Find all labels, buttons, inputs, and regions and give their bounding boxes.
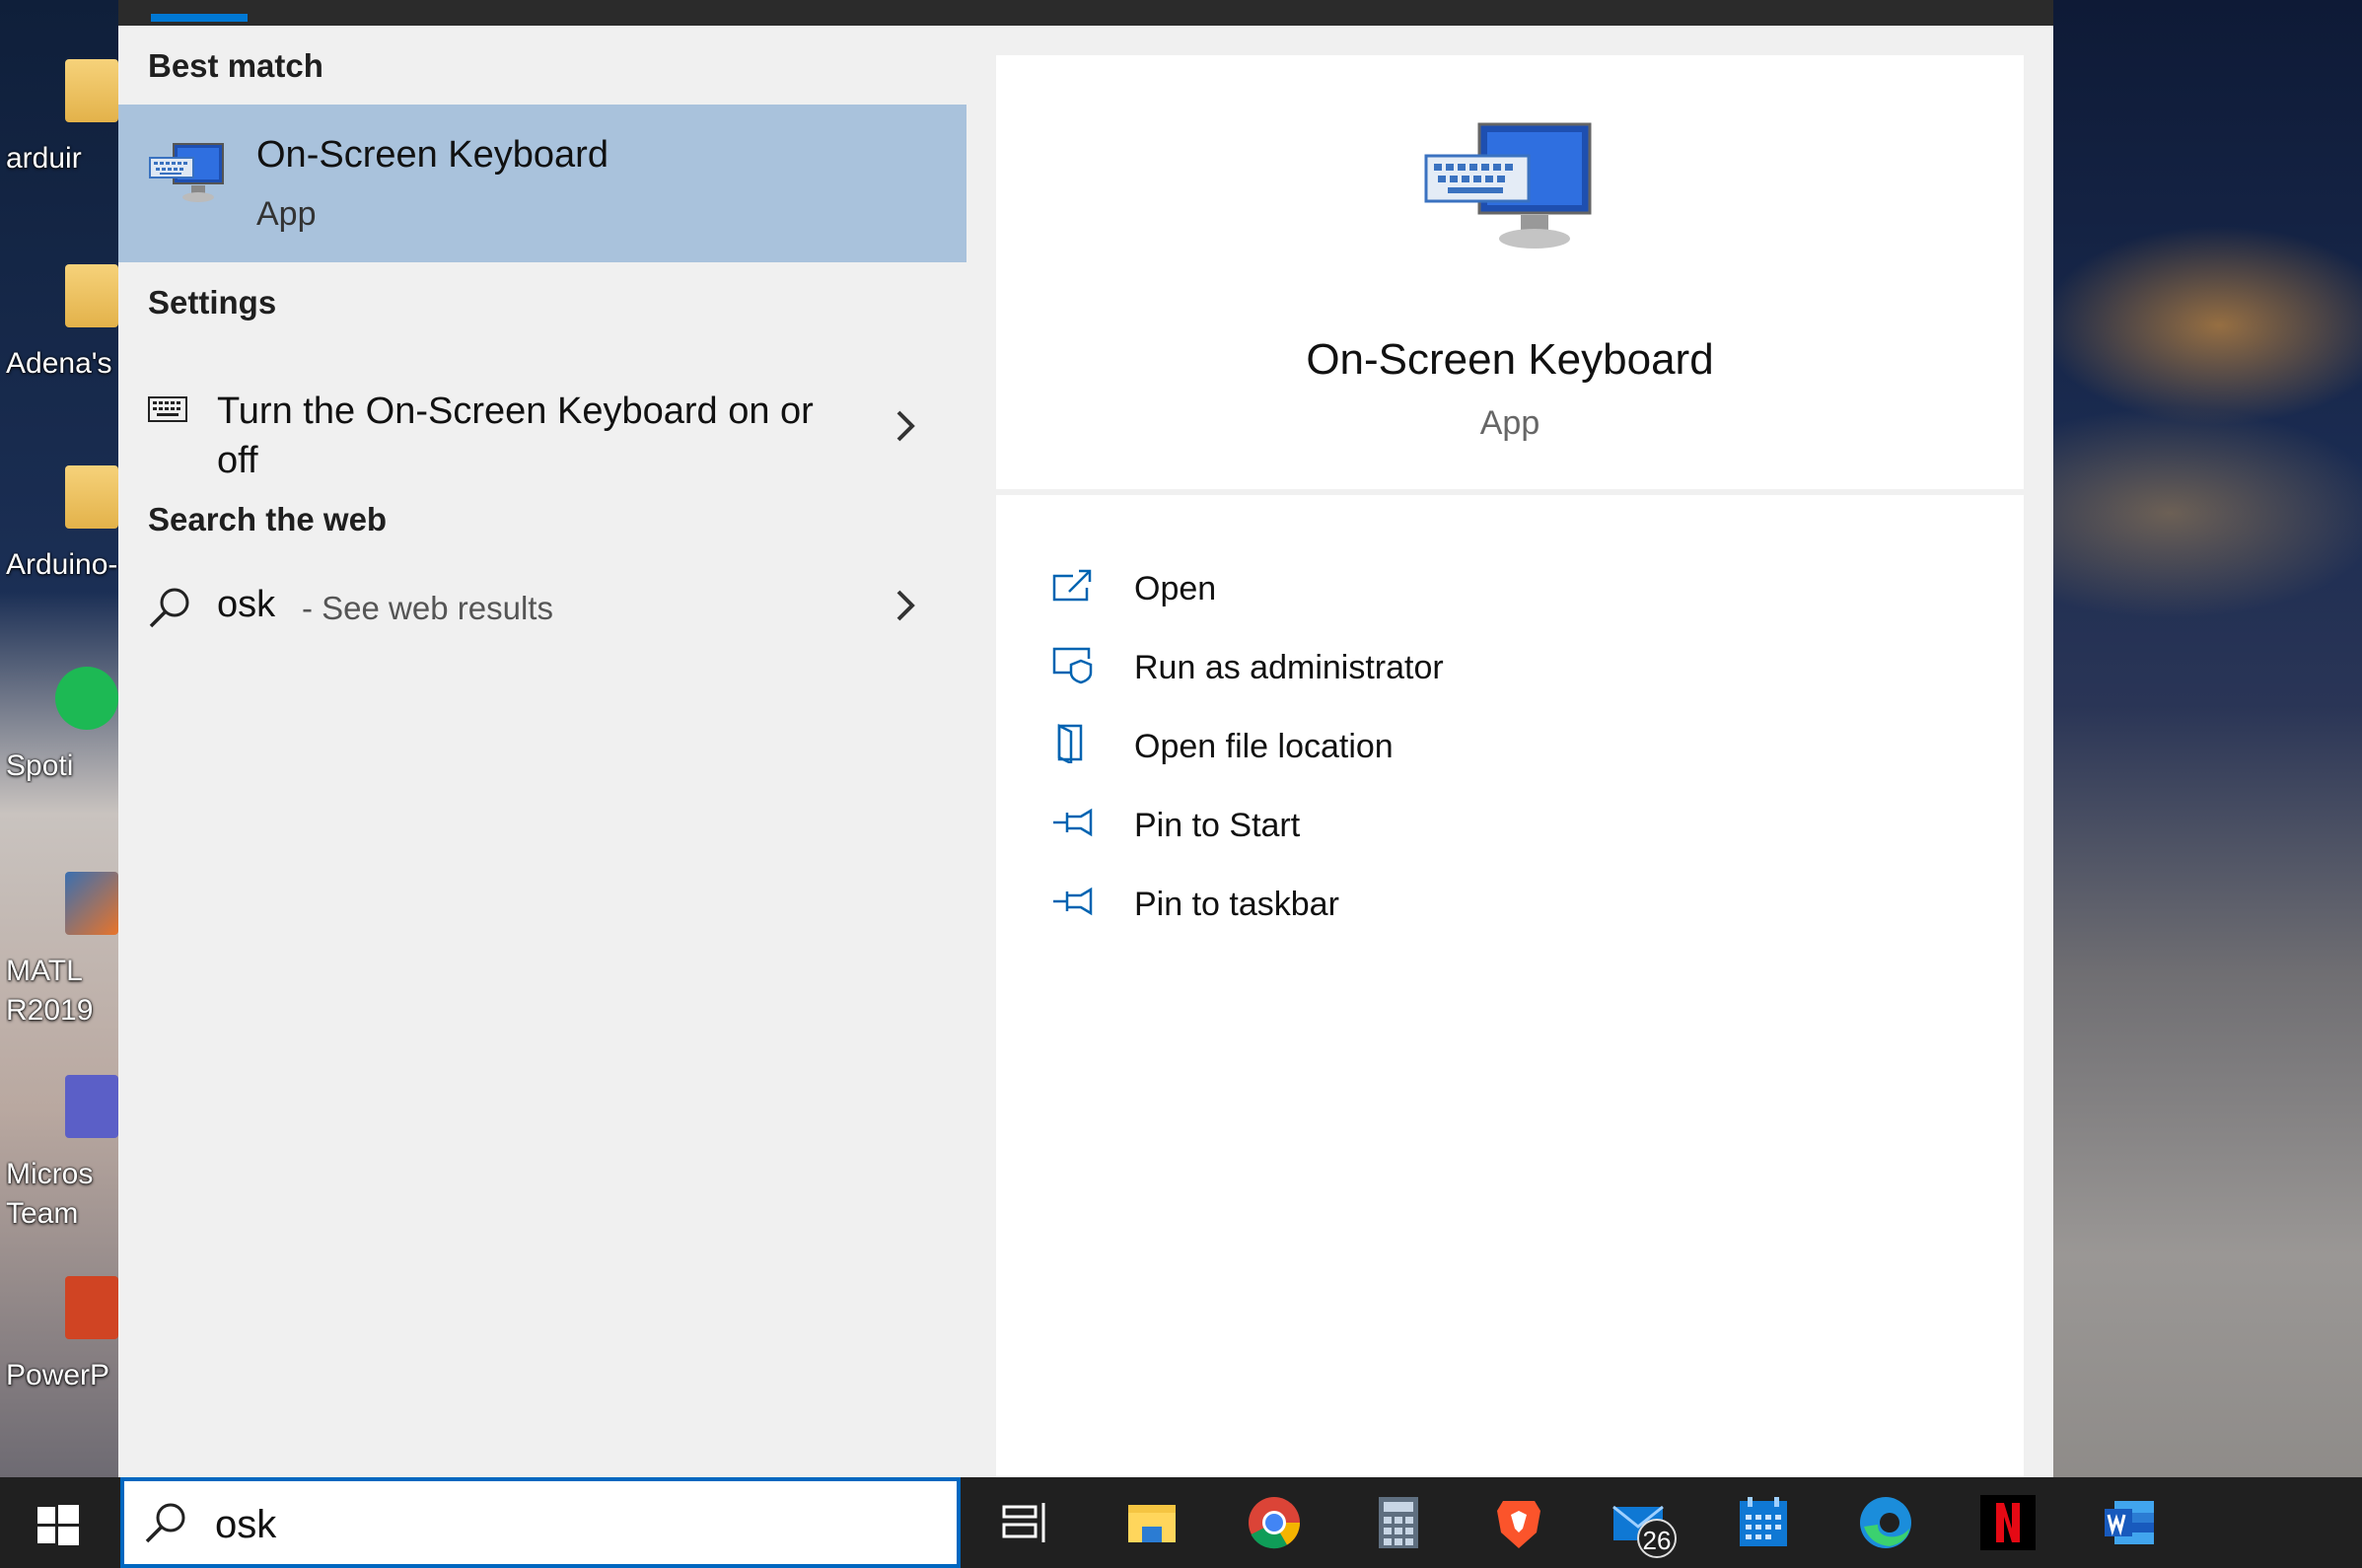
desktop-icon-label: R2019 [6,994,94,1027]
pin-to-taskbar-action[interactable]: Pin to taskbar [1051,876,1742,939]
desktop-icon-label: Arduino- [6,548,118,581]
best-match-title: On-Screen Keyboard [256,134,608,176]
setting-result-label: Turn the On-Screen Keyboard on or off [217,391,814,481]
word-icon[interactable] [2101,1493,2160,1552]
powerpoint-icon [65,1276,118,1339]
on-screen-keyboard-icon [149,143,224,202]
open-file-location-action[interactable]: Open file location [1051,718,1742,781]
arduino-folder-icon [65,465,118,529]
web-query-text: osk [217,584,276,625]
pin-to-start-label: Pin to Start [1134,807,1301,844]
task-view-icon[interactable] [996,1493,1055,1552]
desktop-left-strip [0,0,118,1479]
teams-icon [65,1075,118,1138]
spotify-icon [55,667,118,730]
pin-icon [1053,808,1093,837]
desktop-icon-label: Micros [6,1158,94,1190]
best-match-result[interactable]: On-Screen Keyboard App [118,105,966,262]
setting-result-osk-toggle[interactable]: Turn the On-Screen Keyboard on or off [118,357,966,485]
chevron-right-icon[interactable] [894,408,917,454]
chevron-right-icon[interactable] [894,588,917,633]
matlab-icon [65,872,118,935]
calendar-icon[interactable] [1734,1493,1793,1552]
desktop-icon-label: PowerP [6,1359,110,1391]
best-match-heading: Best match [148,47,323,84]
run-as-administrator-action[interactable]: Run as administrator [1051,639,1742,702]
active-filter-indicator [151,14,248,22]
best-match-subtitle: App [256,195,317,233]
open-action[interactable]: Open [1051,560,1742,623]
mail-unread-badge: 26 [1637,1519,1677,1558]
detail-app-title: On-Screen Keyboard [1306,335,1714,384]
folder-icon [65,59,118,122]
folder-icon [65,264,118,327]
on-screen-keyboard-icon [1424,122,1592,249]
open-icon [1052,569,1092,602]
chrome-icon[interactable] [1245,1493,1304,1552]
desktop-icon-label: Adena's [6,347,112,380]
pin-to-taskbar-label: Pin to taskbar [1134,886,1339,923]
search-results-pane: Best match On-Screen Keyboard App Settin… [118,26,966,1477]
web-search-result[interactable]: osk - See web results [118,578,966,647]
search-icon [149,588,189,628]
netflix-icon[interactable] [1978,1493,2038,1552]
file-explorer-icon[interactable] [1122,1493,1181,1552]
desktop-icon-label: Spoti [6,749,74,782]
search-web-heading: Search the web [148,501,388,537]
result-detail-pane: On-Screen Keyboard App Open Run as admin… [966,26,2053,1477]
desktop-icon-label: Team [6,1197,79,1230]
run-as-administrator-label: Run as administrator [1134,649,1444,686]
detail-app-type: App [1479,404,1540,442]
pin-icon [1053,887,1093,916]
search-icon [145,1503,185,1543]
file-location-icon [1057,724,1083,763]
open-action-label: Open [1134,570,1217,607]
taskbar: 26 [0,1477,2362,1568]
mail-app[interactable]: 26 [1610,1493,1677,1558]
desktop-icon-label: arduir [6,142,82,175]
pin-to-start-action[interactable]: Pin to Start [1051,797,1742,860]
desktop-icon-label: MATL [6,955,83,987]
keyboard-icon [148,396,187,422]
search-input[interactable] [213,1491,907,1558]
taskbar-search-box[interactable] [120,1477,961,1568]
edge-icon[interactable] [1856,1493,1915,1552]
calculator-icon[interactable] [1369,1493,1428,1552]
search-panel-header [118,0,2053,26]
result-detail-card: On-Screen Keyboard App Open Run as admin… [996,55,2024,1477]
detail-divider [996,489,2024,495]
shield-icon [1052,647,1093,684]
settings-heading: Settings [148,284,277,321]
open-file-location-label: Open file location [1134,728,1394,765]
windows-start-icon[interactable] [28,1495,87,1554]
brave-icon[interactable] [1489,1493,1548,1552]
web-results-hint: - See web results [302,590,553,626]
